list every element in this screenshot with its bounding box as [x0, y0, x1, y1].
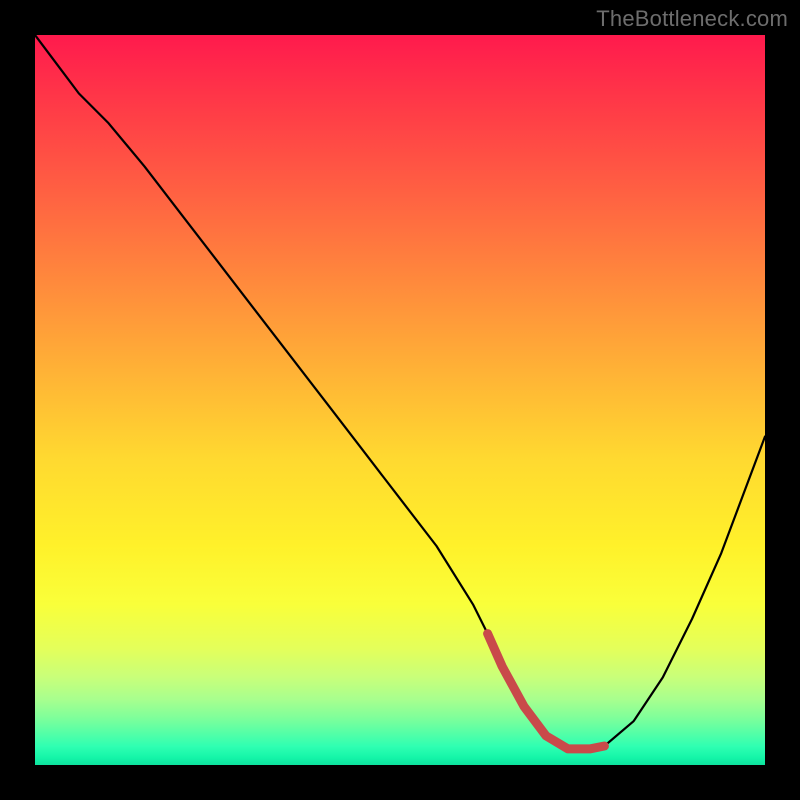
bottleneck-curve	[35, 35, 765, 765]
curve-line	[35, 35, 765, 749]
watermark-text: TheBottleneck.com	[596, 6, 788, 32]
trough-highlight	[488, 634, 605, 749]
chart-frame: TheBottleneck.com	[0, 0, 800, 800]
plot-area	[35, 35, 765, 765]
